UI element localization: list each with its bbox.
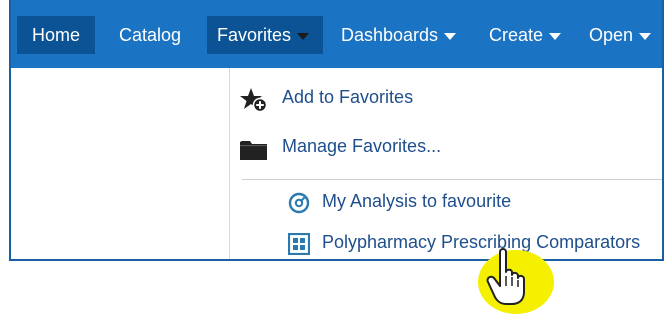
app-frame: Home Catalog Favorites Dashboards Create… [9,0,664,261]
chevron-down-icon [444,32,457,40]
folder-icon [240,141,267,160]
nav-create[interactable]: Create [489,16,562,54]
nav-home[interactable]: Home [17,16,95,54]
star-add-icon [240,88,268,113]
nav-dashboards[interactable]: Dashboards [341,16,457,54]
dashboard-icon [288,233,310,255]
chevron-down-icon [549,32,562,40]
hand-pointer-icon [486,248,525,305]
menu-divider [242,179,662,180]
nav-favorites[interactable]: Favorites [207,16,323,54]
favorites-dropdown-menu: Add to Favorites Manage Favorites... My … [229,68,662,259]
top-navbar: Home Catalog Favorites Dashboards Create… [11,0,662,68]
nav-catalog[interactable]: Catalog [108,16,192,54]
chevron-down-icon [639,32,652,40]
analysis-icon [288,192,310,214]
nav-open[interactable]: Open [589,16,652,54]
chevron-down-icon [297,32,310,40]
